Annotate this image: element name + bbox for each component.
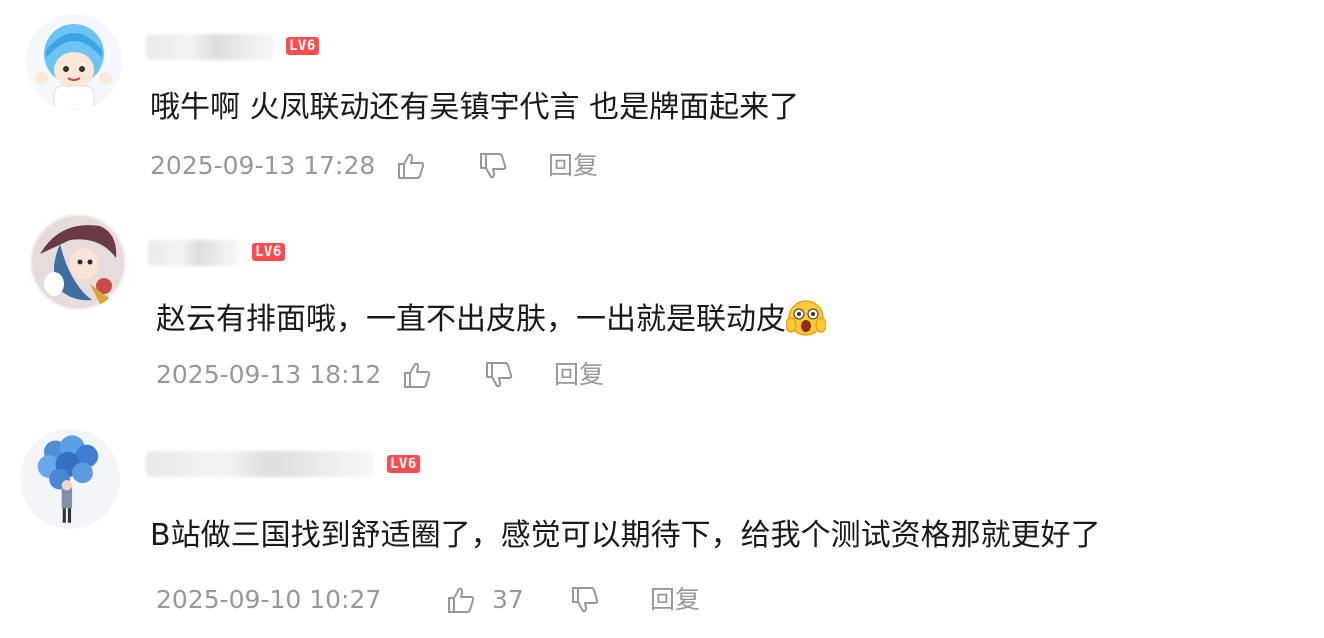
comment-text: B站做三国找到舒适圈了，感觉可以期待下，给我个测试资格那就更好了 [150, 518, 1101, 553]
comment-time: 2025-09-13 18:12 [156, 360, 382, 389]
comment-text-content: 赵云有排面哦，一直不出皮肤，一出就是联动皮 [156, 302, 786, 337]
reply-button[interactable]: 回复 [548, 148, 598, 184]
comment-time: 2025-09-13 17:28 [150, 151, 376, 180]
avatar[interactable] [20, 429, 120, 529]
thumbs-down-icon[interactable] [570, 586, 600, 614]
thumbs-down-icon[interactable] [484, 361, 514, 389]
username-blurred[interactable] [146, 451, 374, 477]
level-badge: LV6 [252, 243, 285, 261]
reply-button[interactable]: 回复 [554, 357, 604, 393]
comment-meta: 2025-09-13 17:28 回复 [150, 148, 750, 184]
thumbs-down-icon[interactable] [478, 152, 508, 180]
comment-meta: 2025-09-10 10:27 37 回复 [156, 582, 756, 618]
comment-item: LV6 B站做三国找到舒适圈了，感觉可以期待下，给我个测试资格那就更好了 202… [0, 415, 1324, 638]
comment-text: 赵云有排面哦，一直不出皮肤，一出就是联动皮 [156, 297, 827, 340]
thumbs-up-icon[interactable] [396, 152, 426, 180]
reply-button[interactable]: 回复 [650, 582, 700, 618]
thumbs-up-icon[interactable] [402, 361, 432, 389]
username-blurred[interactable] [146, 34, 274, 60]
level-badge: LV6 [286, 37, 319, 55]
comment-item: LV6 哦牛啊 火凤联动还有吴镇宇代言 也是牌面起来了 2025-09-13 1… [0, 0, 1324, 200]
comment-item: LV6 赵云有排面哦，一直不出皮肤，一出就是联动皮 2025-09-13 18:… [0, 200, 1324, 415]
avatar[interactable] [30, 214, 126, 310]
shocked-face-emoji [785, 297, 827, 337]
thumbs-up-icon[interactable] [446, 586, 476, 614]
level-badge: LV6 [387, 455, 420, 473]
username-blurred[interactable] [148, 240, 240, 266]
like-count: 37 [492, 585, 524, 614]
avatar[interactable] [26, 14, 122, 110]
comment-time: 2025-09-10 10:27 [156, 585, 382, 614]
comment-text: 哦牛啊 火凤联动还有吴镇宇代言 也是牌面起来了 [150, 90, 800, 125]
comment-meta: 2025-09-13 18:12 回复 [156, 357, 756, 393]
